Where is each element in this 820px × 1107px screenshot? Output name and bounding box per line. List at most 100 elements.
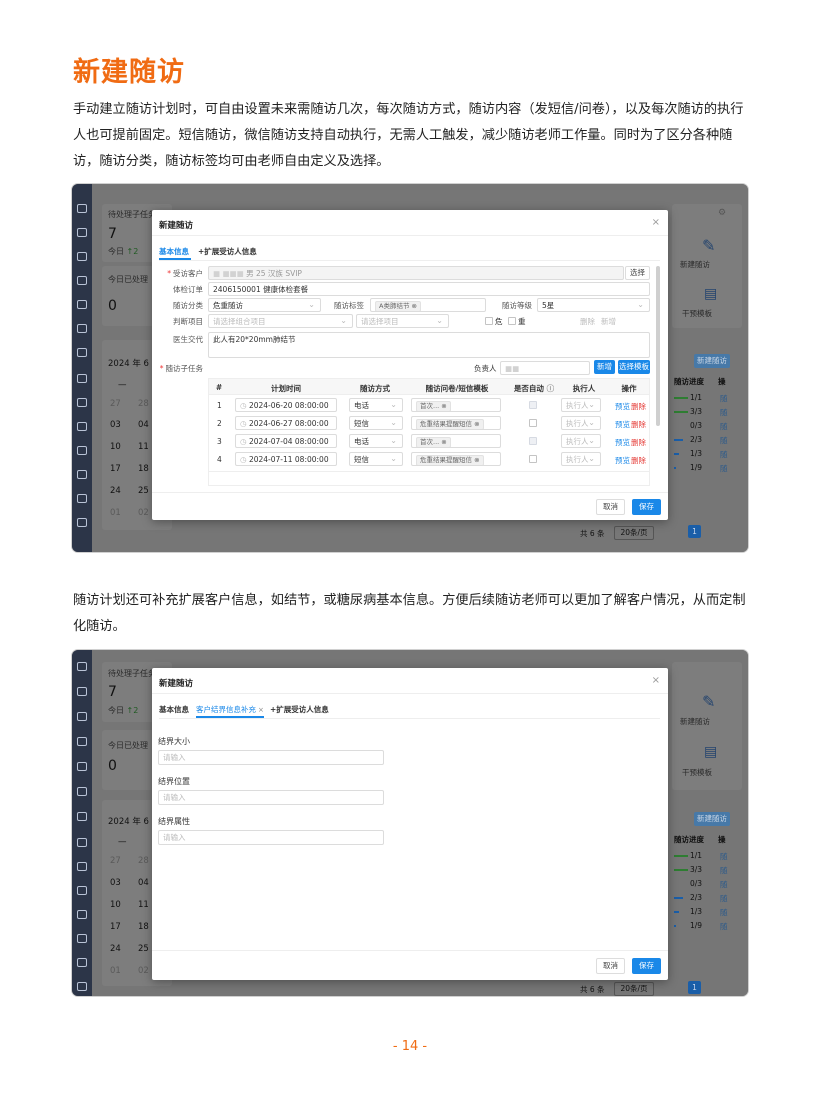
cancel-button[interactable]: 取消 <box>596 958 625 974</box>
delete-link[interactable]: 删除 <box>631 401 646 412</box>
tab-basic-info[interactable]: 基本信息 <box>159 246 189 257</box>
new-followup-shortcut[interactable]: 新建随访 <box>680 716 710 727</box>
tab-basic-info[interactable]: 基本信息 <box>159 704 189 715</box>
judge-item-select[interactable]: 请选择项目 ⌄ <box>356 314 449 328</box>
delete-link[interactable]: 删除 <box>631 455 646 466</box>
cal-cell[interactable]: 01 <box>110 966 121 976</box>
judge-group-select[interactable]: 请选择组合项目 ⌄ <box>208 314 353 328</box>
order-field[interactable]: 2406150001 健康体检套餐 <box>208 282 650 296</box>
row-action-link[interactable]: 随 <box>720 879 728 890</box>
preview-link[interactable]: 预览 <box>615 455 630 466</box>
cal-cell[interactable]: 24 <box>110 486 121 496</box>
cal-cell[interactable]: 27 <box>110 399 121 409</box>
message-icon[interactable] <box>77 494 87 503</box>
row-action-link[interactable]: 随 <box>720 851 728 862</box>
edit-icon[interactable] <box>77 787 87 796</box>
doc-icon[interactable] <box>77 204 87 213</box>
row-action-link[interactable]: 随 <box>720 435 728 446</box>
preview-link[interactable]: 预览 <box>615 419 630 430</box>
intervention-shortcut[interactable]: 干预模板 <box>682 308 712 319</box>
folder-icon[interactable] <box>77 982 87 991</box>
danger-checkbox[interactable] <box>485 317 493 325</box>
row-action-link[interactable]: 随 <box>720 421 728 432</box>
row-action-link[interactable]: 随 <box>720 407 728 418</box>
cal-cell[interactable]: 25 <box>138 486 149 496</box>
user-icon[interactable] <box>77 348 87 357</box>
plan-date-picker[interactable]: ◷ 2024-07-04 08:00:00 <box>235 434 337 448</box>
auto-checkbox[interactable] <box>529 419 537 427</box>
folder-icon[interactable] <box>77 518 87 527</box>
method-select[interactable]: 电话 ⌄ <box>349 434 403 448</box>
message-icon[interactable] <box>77 958 87 967</box>
cal-cell[interactable]: 25 <box>138 944 149 954</box>
form-icon[interactable] <box>77 886 87 895</box>
nodule-size-input[interactable]: 请输入 <box>158 750 384 765</box>
page-number[interactable]: 1 <box>688 525 701 538</box>
tab-nodule-info[interactable]: 客户结界信息补充 × <box>196 704 264 715</box>
new-followup-button[interactable]: 新建随访 <box>694 812 730 826</box>
select-customer-button[interactable]: 选择 <box>625 266 650 280</box>
cal-cell[interactable]: 02 <box>138 966 149 976</box>
nodule-position-input[interactable]: 请输入 <box>158 790 384 805</box>
cancel-button[interactable]: 取消 <box>596 499 625 515</box>
auto-checkbox[interactable] <box>529 455 537 463</box>
row-action-link[interactable]: 随 <box>720 893 728 904</box>
auto-checkbox[interactable] <box>529 437 537 445</box>
row-action-link[interactable]: 随 <box>720 393 728 404</box>
select-template-button[interactable]: 选择模板 <box>618 360 650 374</box>
share-icon[interactable] <box>77 687 87 696</box>
plan-date-picker[interactable]: ◷ 2024-06-27 08:00:00 <box>235 416 337 430</box>
inbox-icon[interactable] <box>77 446 87 455</box>
executor-select[interactable]: 执行人 ⌄ <box>561 416 601 430</box>
cal-cell[interactable]: 10 <box>110 900 121 910</box>
severe-checkbox[interactable] <box>508 317 516 325</box>
doc-icon[interactable] <box>77 662 87 671</box>
cal-cell[interactable]: 02 <box>138 508 149 518</box>
edit-icon[interactable] <box>77 324 87 333</box>
add-subtask-button[interactable]: 新增 <box>594 360 615 374</box>
pen-icon[interactable]: ✎ <box>702 236 715 255</box>
cal-cell[interactable]: 11 <box>138 442 149 452</box>
intervention-shortcut[interactable]: 干预模板 <box>682 767 712 778</box>
add-judge-link[interactable]: 新增 <box>601 316 616 327</box>
row-action-link[interactable]: 随 <box>720 865 728 876</box>
delete-link[interactable]: 删除 <box>631 419 646 430</box>
archive-icon[interactable] <box>77 838 87 847</box>
new-followup-shortcut[interactable]: 新建随访 <box>680 259 710 270</box>
preview-link[interactable]: 预览 <box>615 437 630 448</box>
archive-icon[interactable] <box>77 374 87 383</box>
template-select[interactable]: 危重结果提醒短信 ⊗ <box>411 452 501 466</box>
method-select[interactable]: 短信 ⌄ <box>349 452 403 466</box>
cal-cell[interactable]: 03 <box>110 878 121 888</box>
template-select[interactable]: 首次... ⊗ <box>411 398 501 412</box>
row-action-link[interactable]: 随 <box>720 449 728 460</box>
settings-icon[interactable]: ⚙ <box>718 208 726 218</box>
page-size-select[interactable]: 20条/页 <box>614 526 654 540</box>
delete-judge-link[interactable]: 删除 <box>580 316 595 327</box>
cal-cell[interactable]: 17 <box>110 922 121 932</box>
close-icon[interactable]: × <box>652 217 660 228</box>
executor-select[interactable]: 执行人 ⌄ <box>561 452 601 466</box>
customer-field[interactable]: ■ ■■■ 男 25 汉族 SVIP <box>208 266 624 280</box>
pen-icon[interactable]: ✎ <box>702 692 715 711</box>
cal-cell[interactable]: 10 <box>110 442 121 452</box>
cal-cell[interactable]: 01 <box>110 508 121 518</box>
owner-field[interactable]: ■■ <box>500 361 590 375</box>
cal-cell[interactable]: 27 <box>110 856 121 866</box>
close-icon[interactable]: × <box>652 675 660 686</box>
cal-cell[interactable]: 24 <box>110 944 121 954</box>
tab-close-icon[interactable]: × <box>258 706 264 714</box>
page-size-select[interactable]: 20条/页 <box>614 982 654 996</box>
method-select[interactable]: 短信 ⌄ <box>349 416 403 430</box>
help-icon[interactable]: ⓘ <box>547 384 555 393</box>
template-select[interactable]: 危重结果提醒短信 ⊗ <box>411 416 501 430</box>
cal-cell[interactable]: 18 <box>138 922 149 932</box>
plan-date-picker[interactable]: ◷ 2024-06-20 08:00:00 <box>235 398 337 412</box>
calendar-icon[interactable] <box>77 300 87 309</box>
mail-icon[interactable] <box>77 470 87 479</box>
save-button[interactable]: 保存 <box>632 499 661 515</box>
share-icon[interactable] <box>77 228 87 237</box>
report-icon[interactable] <box>77 737 87 746</box>
inbox-icon[interactable] <box>77 910 87 919</box>
executor-select[interactable]: 执行人 ⌄ <box>561 434 601 448</box>
